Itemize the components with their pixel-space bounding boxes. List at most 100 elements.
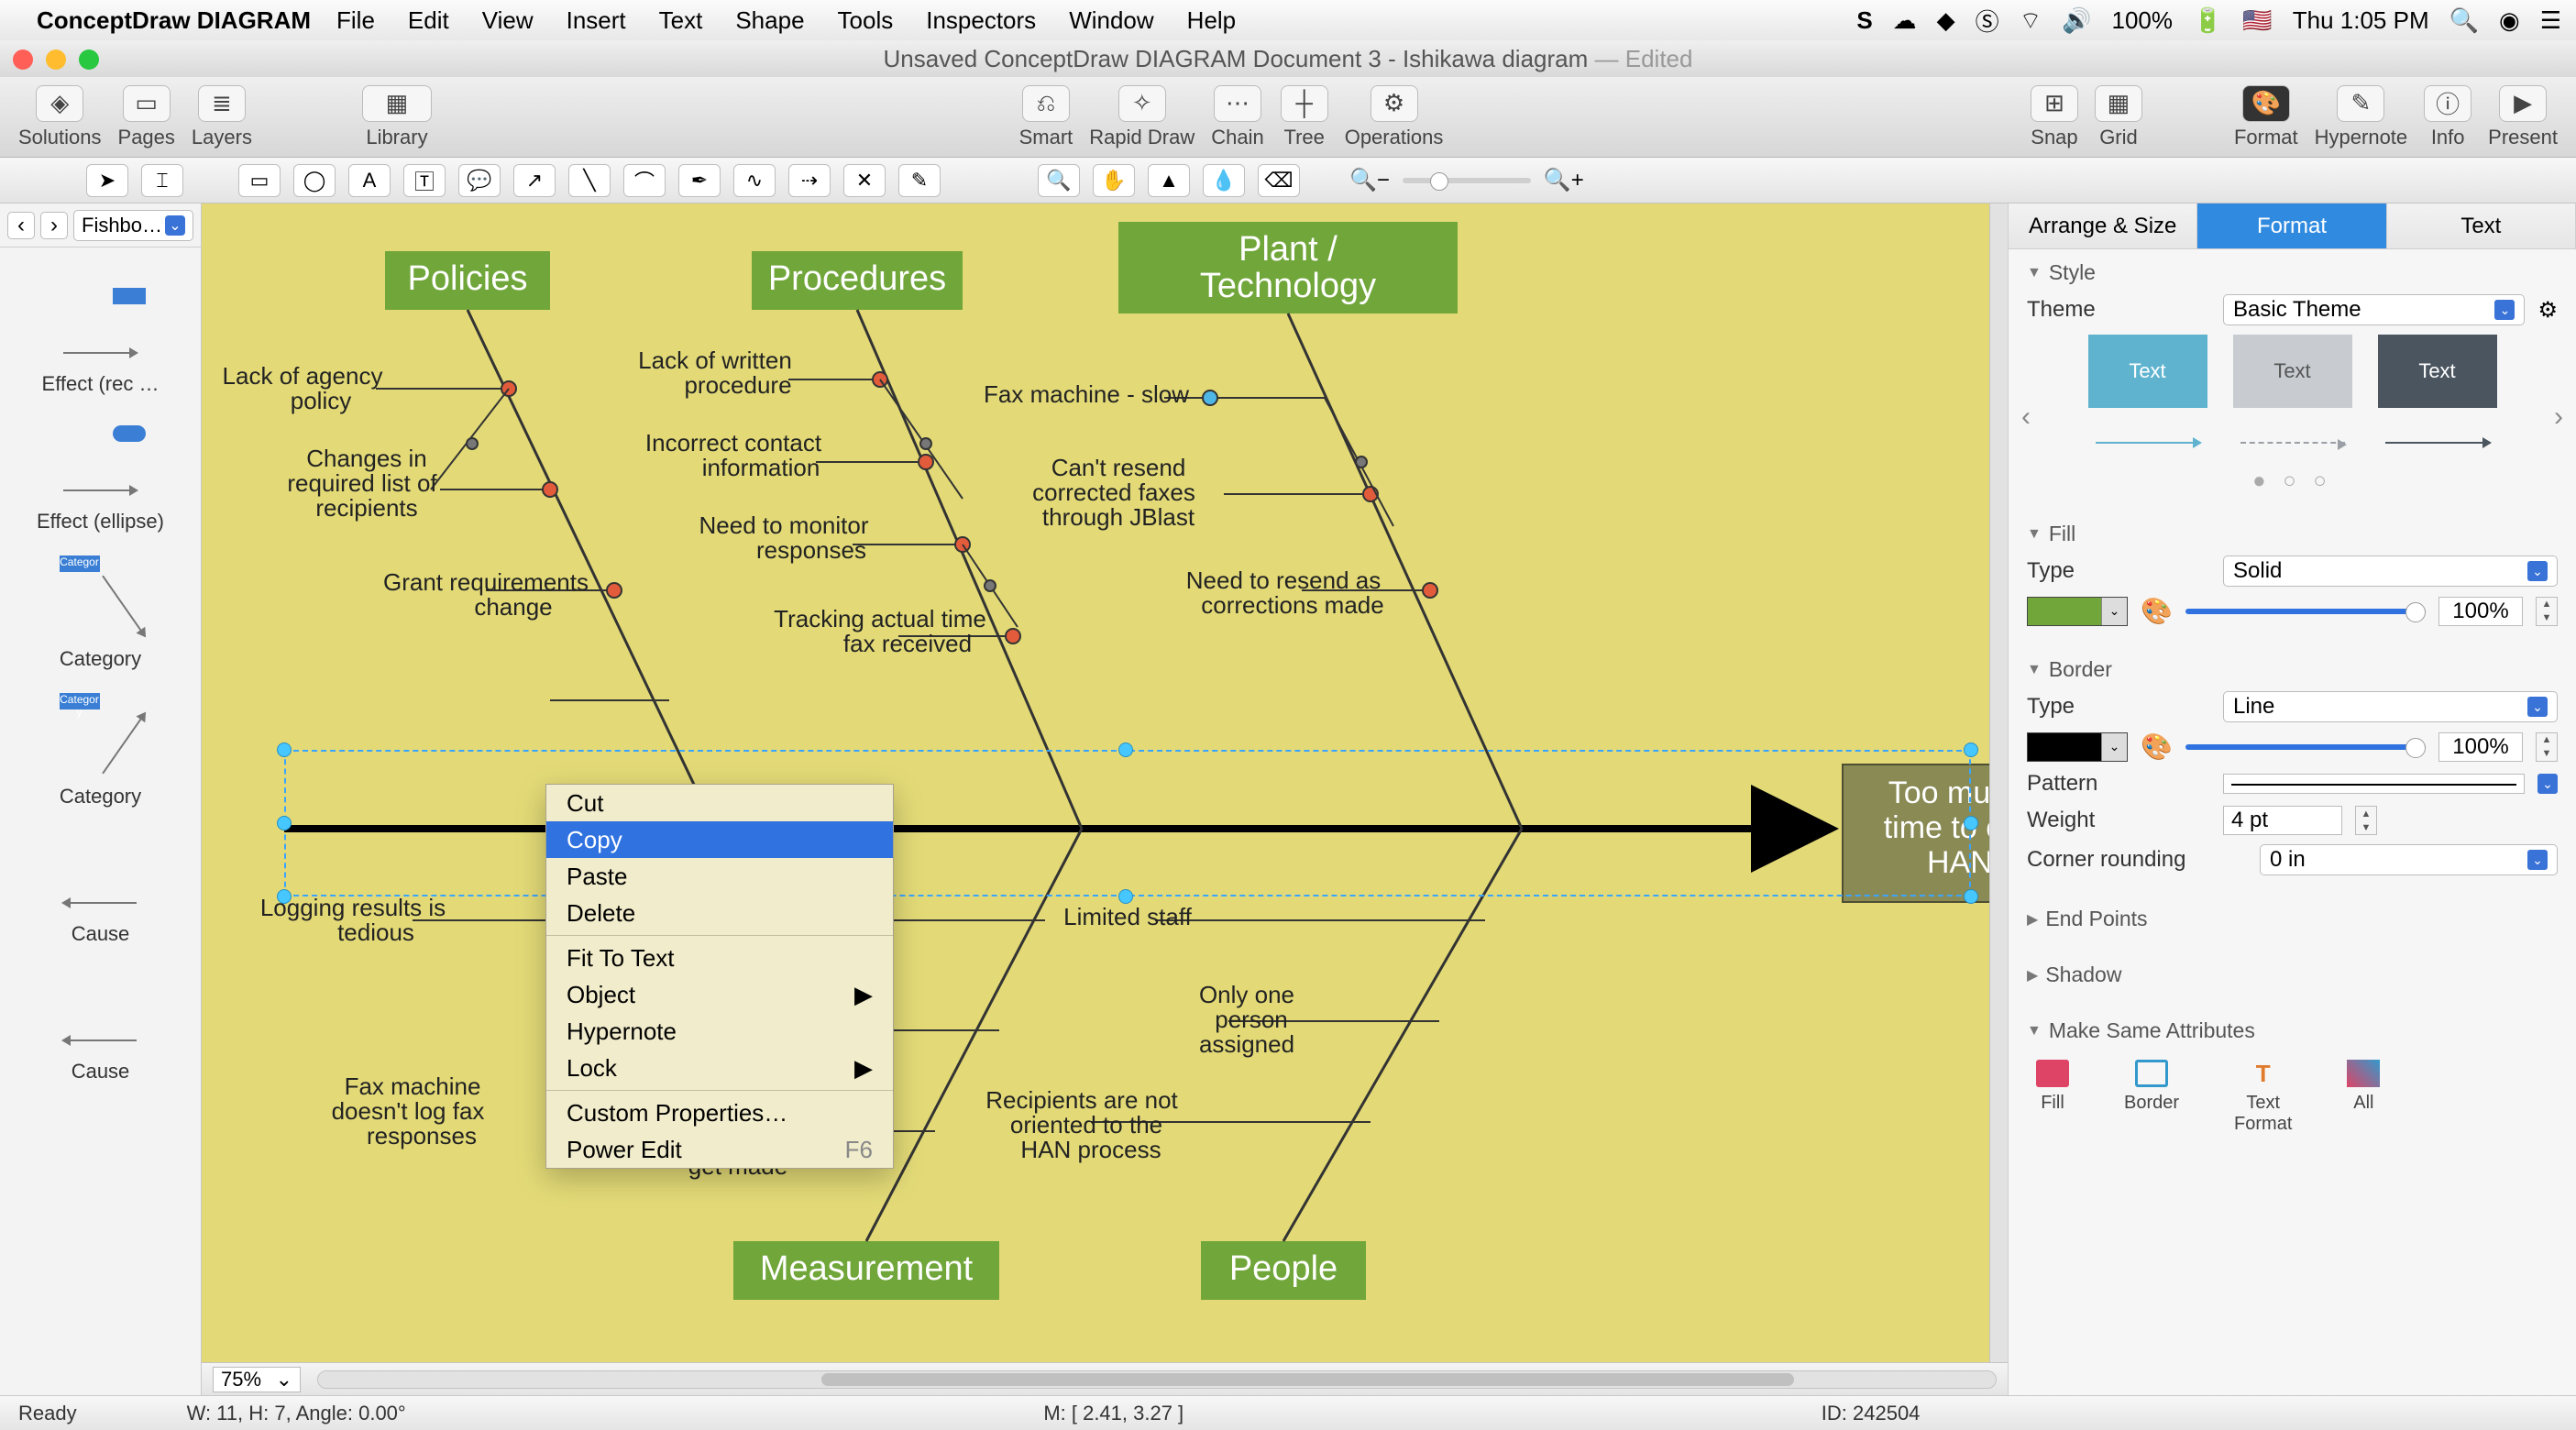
selection-handle[interactable] (1964, 889, 1978, 904)
ctx-power-edit[interactable]: Power EditF6 (546, 1131, 893, 1168)
border-type-select[interactable]: Line⌄ (2223, 691, 2558, 722)
border-opacity-slider[interactable] (2185, 744, 2426, 750)
textbox-tool[interactable]: 🅃 (403, 164, 446, 197)
weight-stepper[interactable]: ▲▼ (2355, 806, 2377, 835)
hypernote-button[interactable]: ✎Hypernote (2315, 85, 2408, 149)
make-same-text-format[interactable]: TText Format (2234, 1060, 2292, 1135)
style-swatch-2[interactable]: Text (2233, 335, 2352, 408)
lib-item-cause-1[interactable]: Cause (9, 808, 192, 946)
chain-button[interactable]: ⋯Chain (1211, 85, 1263, 149)
gear-icon[interactable]: ⚙ (2537, 297, 2558, 324)
menu-tools[interactable]: Tools (838, 6, 894, 35)
pen-tool[interactable]: ✒ (678, 164, 721, 197)
dropbox-icon[interactable]: ◆ (1937, 6, 1955, 35)
clock[interactable]: Thu 1:05 PM (2293, 6, 2429, 35)
tab-format[interactable]: Format (2197, 204, 2386, 248)
selection-handle[interactable] (1118, 742, 1133, 757)
info-button[interactable]: ⓘInfo (2424, 85, 2471, 149)
smart-connector-tool[interactable]: ✕ (843, 164, 886, 197)
grid-button[interactable]: ▦Grid (2095, 85, 2142, 149)
lib-item-category-1[interactable]: CategorCategory (9, 534, 192, 671)
pointer-tool[interactable]: ➤ (86, 164, 128, 197)
ctx-delete[interactable]: Delete (546, 895, 893, 931)
style-swatch-1[interactable]: Text (2088, 335, 2207, 408)
rect-tool[interactable]: ▭ (238, 164, 281, 197)
make-same-border[interactable]: Border (2124, 1060, 2179, 1135)
text-tool[interactable]: A (348, 164, 391, 197)
smart-button[interactable]: ⎌Smart (1019, 85, 1073, 149)
ctx-lock[interactable]: Lock▶ (546, 1050, 893, 1086)
minimize-window-button[interactable] (46, 50, 66, 70)
notification-center-icon[interactable]: ☰ (2540, 6, 2561, 35)
lib-prev-button[interactable]: ‹ (7, 212, 35, 239)
section-end-points[interactable]: End Points (2027, 907, 2558, 931)
lib-item-category-2[interactable]: Categor yCategory (9, 671, 192, 808)
style-swatch-3[interactable]: Text (2378, 335, 2497, 408)
ctx-paste[interactable]: Paste (546, 858, 893, 895)
stamp-tool[interactable]: ▲ (1148, 164, 1190, 197)
close-window-button[interactable] (13, 50, 33, 70)
arc-tool[interactable]: ⌒ (623, 164, 666, 197)
section-shadow[interactable]: Shadow (2027, 962, 2558, 987)
app-name[interactable]: ConceptDraw DIAGRAM (37, 6, 311, 35)
pan-tool[interactable]: ✋ (1093, 164, 1135, 197)
selection-handle[interactable] (277, 889, 292, 904)
make-same-fill[interactable]: Fill (2036, 1060, 2069, 1135)
menu-text[interactable]: Text (659, 6, 703, 35)
format-button[interactable]: 🎨Format (2234, 85, 2298, 149)
fill-opacity-stepper[interactable]: ▲▼ (2536, 597, 2558, 626)
ctx-cut[interactable]: Cut (546, 785, 893, 821)
canvas-vertical-scrollbar[interactable] (1989, 204, 2008, 1362)
selection-handle[interactable] (1964, 816, 1978, 830)
lib-item-cause-2[interactable]: Cause (9, 946, 192, 1084)
connector-tool[interactable]: ⇢ (788, 164, 831, 197)
selection-handle[interactable] (1964, 742, 1978, 757)
ctx-object[interactable]: Object▶ (546, 976, 893, 1013)
fill-type-select[interactable]: Solid⌄ (2223, 556, 2558, 587)
ctx-fit-to-text[interactable]: Fit To Text (546, 940, 893, 976)
snap-button[interactable]: ⊞Snap (2031, 85, 2078, 149)
zoom-out-icon[interactable]: 🔍− (1349, 167, 1390, 193)
color-wheel-icon[interactable]: 🎨 (2141, 732, 2173, 762)
menu-insert[interactable]: Insert (567, 6, 626, 35)
fill-opacity-value[interactable]: 100% (2438, 597, 2523, 626)
zoom-window-button[interactable] (79, 50, 99, 70)
fill-color-button[interactable]: ⌄ (2027, 597, 2128, 626)
ctx-copy[interactable]: Copy (546, 821, 893, 858)
style-arrow-2[interactable] (2233, 424, 2352, 461)
border-opacity-value[interactable]: 100% (2438, 732, 2523, 762)
siri-icon[interactable]: ◉ (2499, 6, 2520, 35)
corner-select[interactable]: 0 in⌄ (2260, 844, 2558, 875)
color-wheel-icon[interactable]: 🎨 (2141, 596, 2173, 626)
cloud-icon[interactable]: ☁ (1893, 6, 1917, 35)
arrow-tool[interactable]: ↗ (513, 164, 556, 197)
style-arrow-3[interactable] (2378, 424, 2497, 461)
operations-button[interactable]: ⚙Operations (1345, 85, 1444, 149)
spotlight-icon[interactable]: 🔍 (2449, 6, 2479, 35)
zoom-in-icon[interactable]: 🔍+ (1544, 167, 1584, 193)
menu-help[interactable]: Help (1187, 6, 1236, 35)
style-next[interactable]: › (2554, 402, 2563, 433)
menu-edit[interactable]: Edit (408, 6, 449, 35)
section-fill[interactable]: Fill (2027, 522, 2558, 546)
make-same-all[interactable]: All (2347, 1060, 2380, 1135)
section-border[interactable]: Border (2027, 657, 2558, 682)
theme-select[interactable]: Basic Theme⌄ (2223, 294, 2525, 325)
callout-tool[interactable]: 💬 (458, 164, 501, 197)
volume-icon[interactable]: 🔊 (2062, 6, 2091, 35)
status-s-icon[interactable]: S (1856, 6, 1872, 35)
line-tool[interactable]: ╲ (568, 164, 611, 197)
library-selector[interactable]: Fishbo…⌄ (73, 210, 193, 241)
layers-button[interactable]: ≣Layers (192, 85, 252, 149)
tab-arrange-size[interactable]: Arrange & Size (2009, 204, 2197, 248)
weight-input[interactable]: 4 pt (2223, 806, 2342, 835)
border-color-button[interactable]: ⌄ (2027, 732, 2128, 762)
eyedropper-tool[interactable]: 💧 (1203, 164, 1245, 197)
style-page-dots[interactable]: ● ○ ○ (2027, 468, 2558, 494)
canvas-horizontal-scrollbar[interactable] (317, 1370, 1997, 1389)
border-opacity-stepper[interactable]: ▲▼ (2536, 732, 2558, 762)
ellipse-tool[interactable]: ◯ (293, 164, 336, 197)
tab-text[interactable]: Text (2387, 204, 2576, 248)
battery-icon[interactable]: 🔋 (2193, 6, 2222, 35)
freehand-tool[interactable]: ✎ (898, 164, 941, 197)
